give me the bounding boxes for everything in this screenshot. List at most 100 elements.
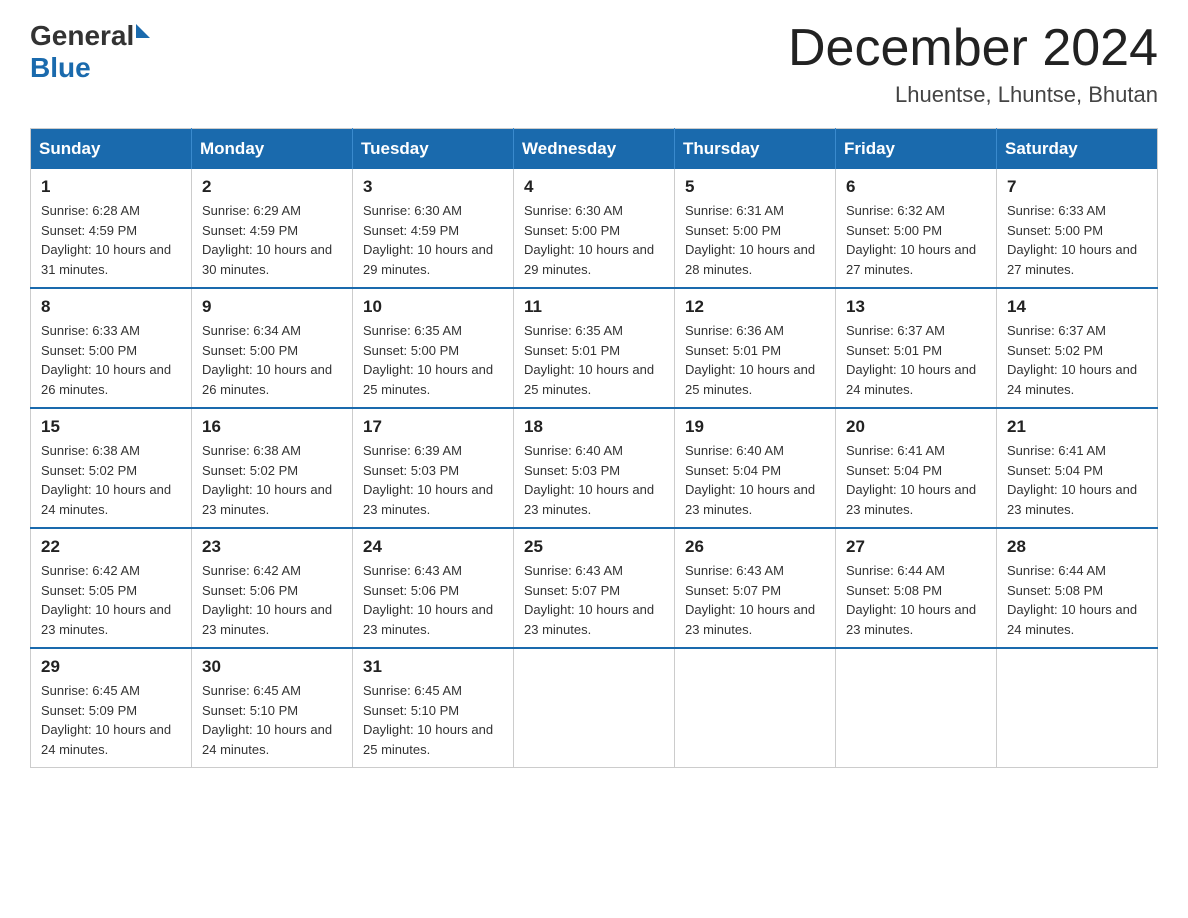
day-of-week-header: Sunday [31,129,192,170]
day-info: Sunrise: 6:40 AM Sunset: 5:04 PM Dayligh… [685,441,825,519]
day-number: 18 [524,417,664,437]
calendar-day-cell: 28 Sunrise: 6:44 AM Sunset: 5:08 PM Dayl… [997,528,1158,648]
calendar-week-row: 22 Sunrise: 6:42 AM Sunset: 5:05 PM Dayl… [31,528,1158,648]
day-info: Sunrise: 6:34 AM Sunset: 5:00 PM Dayligh… [202,321,342,399]
day-info: Sunrise: 6:33 AM Sunset: 5:00 PM Dayligh… [1007,201,1147,279]
day-number: 29 [41,657,181,677]
day-info: Sunrise: 6:37 AM Sunset: 5:02 PM Dayligh… [1007,321,1147,399]
day-number: 26 [685,537,825,557]
calendar-day-cell: 21 Sunrise: 6:41 AM Sunset: 5:04 PM Dayl… [997,408,1158,528]
day-info: Sunrise: 6:33 AM Sunset: 5:00 PM Dayligh… [41,321,181,399]
calendar-day-cell: 5 Sunrise: 6:31 AM Sunset: 5:00 PM Dayli… [675,169,836,288]
calendar-day-cell: 14 Sunrise: 6:37 AM Sunset: 5:02 PM Dayl… [997,288,1158,408]
day-number: 2 [202,177,342,197]
calendar-day-cell: 24 Sunrise: 6:43 AM Sunset: 5:06 PM Dayl… [353,528,514,648]
calendar-day-cell: 22 Sunrise: 6:42 AM Sunset: 5:05 PM Dayl… [31,528,192,648]
calendar-day-cell: 11 Sunrise: 6:35 AM Sunset: 5:01 PM Dayl… [514,288,675,408]
day-number: 25 [524,537,664,557]
day-of-week-header: Friday [836,129,997,170]
calendar-day-cell: 31 Sunrise: 6:45 AM Sunset: 5:10 PM Dayl… [353,648,514,768]
calendar-day-cell [514,648,675,768]
calendar-day-cell: 15 Sunrise: 6:38 AM Sunset: 5:02 PM Dayl… [31,408,192,528]
calendar-day-cell: 18 Sunrise: 6:40 AM Sunset: 5:03 PM Dayl… [514,408,675,528]
logo-triangle-icon [136,24,150,38]
day-number: 14 [1007,297,1147,317]
day-info: Sunrise: 6:37 AM Sunset: 5:01 PM Dayligh… [846,321,986,399]
calendar-day-cell: 27 Sunrise: 6:44 AM Sunset: 5:08 PM Dayl… [836,528,997,648]
day-number: 15 [41,417,181,437]
day-info: Sunrise: 6:30 AM Sunset: 4:59 PM Dayligh… [363,201,503,279]
day-info: Sunrise: 6:44 AM Sunset: 5:08 PM Dayligh… [1007,561,1147,639]
day-of-week-header: Saturday [997,129,1158,170]
logo-text-general: General [30,20,134,52]
calendar-day-cell: 20 Sunrise: 6:41 AM Sunset: 5:04 PM Dayl… [836,408,997,528]
calendar-day-cell: 17 Sunrise: 6:39 AM Sunset: 5:03 PM Dayl… [353,408,514,528]
calendar-day-cell: 26 Sunrise: 6:43 AM Sunset: 5:07 PM Dayl… [675,528,836,648]
day-number: 10 [363,297,503,317]
calendar-day-cell: 30 Sunrise: 6:45 AM Sunset: 5:10 PM Dayl… [192,648,353,768]
day-number: 23 [202,537,342,557]
day-number: 8 [41,297,181,317]
calendar-day-cell: 23 Sunrise: 6:42 AM Sunset: 5:06 PM Dayl… [192,528,353,648]
day-info: Sunrise: 6:43 AM Sunset: 5:06 PM Dayligh… [363,561,503,639]
day-number: 1 [41,177,181,197]
day-info: Sunrise: 6:31 AM Sunset: 5:00 PM Dayligh… [685,201,825,279]
calendar-day-cell: 2 Sunrise: 6:29 AM Sunset: 4:59 PM Dayli… [192,169,353,288]
calendar-title: December 2024 [788,20,1158,77]
calendar-week-row: 15 Sunrise: 6:38 AM Sunset: 5:02 PM Dayl… [31,408,1158,528]
day-info: Sunrise: 6:39 AM Sunset: 5:03 PM Dayligh… [363,441,503,519]
calendar-day-cell [997,648,1158,768]
day-of-week-header: Wednesday [514,129,675,170]
day-info: Sunrise: 6:35 AM Sunset: 5:00 PM Dayligh… [363,321,503,399]
day-info: Sunrise: 6:45 AM Sunset: 5:10 PM Dayligh… [363,681,503,759]
day-info: Sunrise: 6:32 AM Sunset: 5:00 PM Dayligh… [846,201,986,279]
day-of-week-header: Thursday [675,129,836,170]
day-number: 3 [363,177,503,197]
day-info: Sunrise: 6:45 AM Sunset: 5:09 PM Dayligh… [41,681,181,759]
day-info: Sunrise: 6:42 AM Sunset: 5:05 PM Dayligh… [41,561,181,639]
day-number: 5 [685,177,825,197]
calendar-day-cell: 19 Sunrise: 6:40 AM Sunset: 5:04 PM Dayl… [675,408,836,528]
day-number: 17 [363,417,503,437]
day-info: Sunrise: 6:28 AM Sunset: 4:59 PM Dayligh… [41,201,181,279]
day-number: 28 [1007,537,1147,557]
day-number: 30 [202,657,342,677]
day-number: 6 [846,177,986,197]
day-info: Sunrise: 6:44 AM Sunset: 5:08 PM Dayligh… [846,561,986,639]
calendar-week-row: 1 Sunrise: 6:28 AM Sunset: 4:59 PM Dayli… [31,169,1158,288]
day-number: 4 [524,177,664,197]
day-info: Sunrise: 6:43 AM Sunset: 5:07 PM Dayligh… [685,561,825,639]
calendar-day-cell: 16 Sunrise: 6:38 AM Sunset: 5:02 PM Dayl… [192,408,353,528]
day-info: Sunrise: 6:42 AM Sunset: 5:06 PM Dayligh… [202,561,342,639]
day-number: 22 [41,537,181,557]
day-number: 31 [363,657,503,677]
day-number: 24 [363,537,503,557]
calendar-day-cell: 7 Sunrise: 6:33 AM Sunset: 5:00 PM Dayli… [997,169,1158,288]
day-info: Sunrise: 6:38 AM Sunset: 5:02 PM Dayligh… [202,441,342,519]
day-info: Sunrise: 6:35 AM Sunset: 5:01 PM Dayligh… [524,321,664,399]
day-number: 13 [846,297,986,317]
day-number: 16 [202,417,342,437]
calendar-day-cell: 6 Sunrise: 6:32 AM Sunset: 5:00 PM Dayli… [836,169,997,288]
calendar-day-cell: 4 Sunrise: 6:30 AM Sunset: 5:00 PM Dayli… [514,169,675,288]
day-number: 20 [846,417,986,437]
day-number: 9 [202,297,342,317]
calendar-subtitle: Lhuentse, Lhuntse, Bhutan [788,82,1158,108]
logo-text-blue: Blue [30,52,91,84]
day-info: Sunrise: 6:30 AM Sunset: 5:00 PM Dayligh… [524,201,664,279]
day-info: Sunrise: 6:36 AM Sunset: 5:01 PM Dayligh… [685,321,825,399]
calendar-title-area: December 2024 Lhuentse, Lhuntse, Bhutan [788,20,1158,108]
page-header: General Blue December 2024 Lhuentse, Lhu… [30,20,1158,108]
day-number: 27 [846,537,986,557]
calendar-day-cell: 8 Sunrise: 6:33 AM Sunset: 5:00 PM Dayli… [31,288,192,408]
day-info: Sunrise: 6:43 AM Sunset: 5:07 PM Dayligh… [524,561,664,639]
day-info: Sunrise: 6:41 AM Sunset: 5:04 PM Dayligh… [846,441,986,519]
calendar-week-row: 8 Sunrise: 6:33 AM Sunset: 5:00 PM Dayli… [31,288,1158,408]
calendar-day-cell: 29 Sunrise: 6:45 AM Sunset: 5:09 PM Dayl… [31,648,192,768]
calendar-table: SundayMondayTuesdayWednesdayThursdayFrid… [30,128,1158,768]
calendar-day-cell: 25 Sunrise: 6:43 AM Sunset: 5:07 PM Dayl… [514,528,675,648]
logo: General Blue [30,20,150,84]
calendar-day-cell: 9 Sunrise: 6:34 AM Sunset: 5:00 PM Dayli… [192,288,353,408]
calendar-day-cell: 1 Sunrise: 6:28 AM Sunset: 4:59 PM Dayli… [31,169,192,288]
day-of-week-header: Monday [192,129,353,170]
